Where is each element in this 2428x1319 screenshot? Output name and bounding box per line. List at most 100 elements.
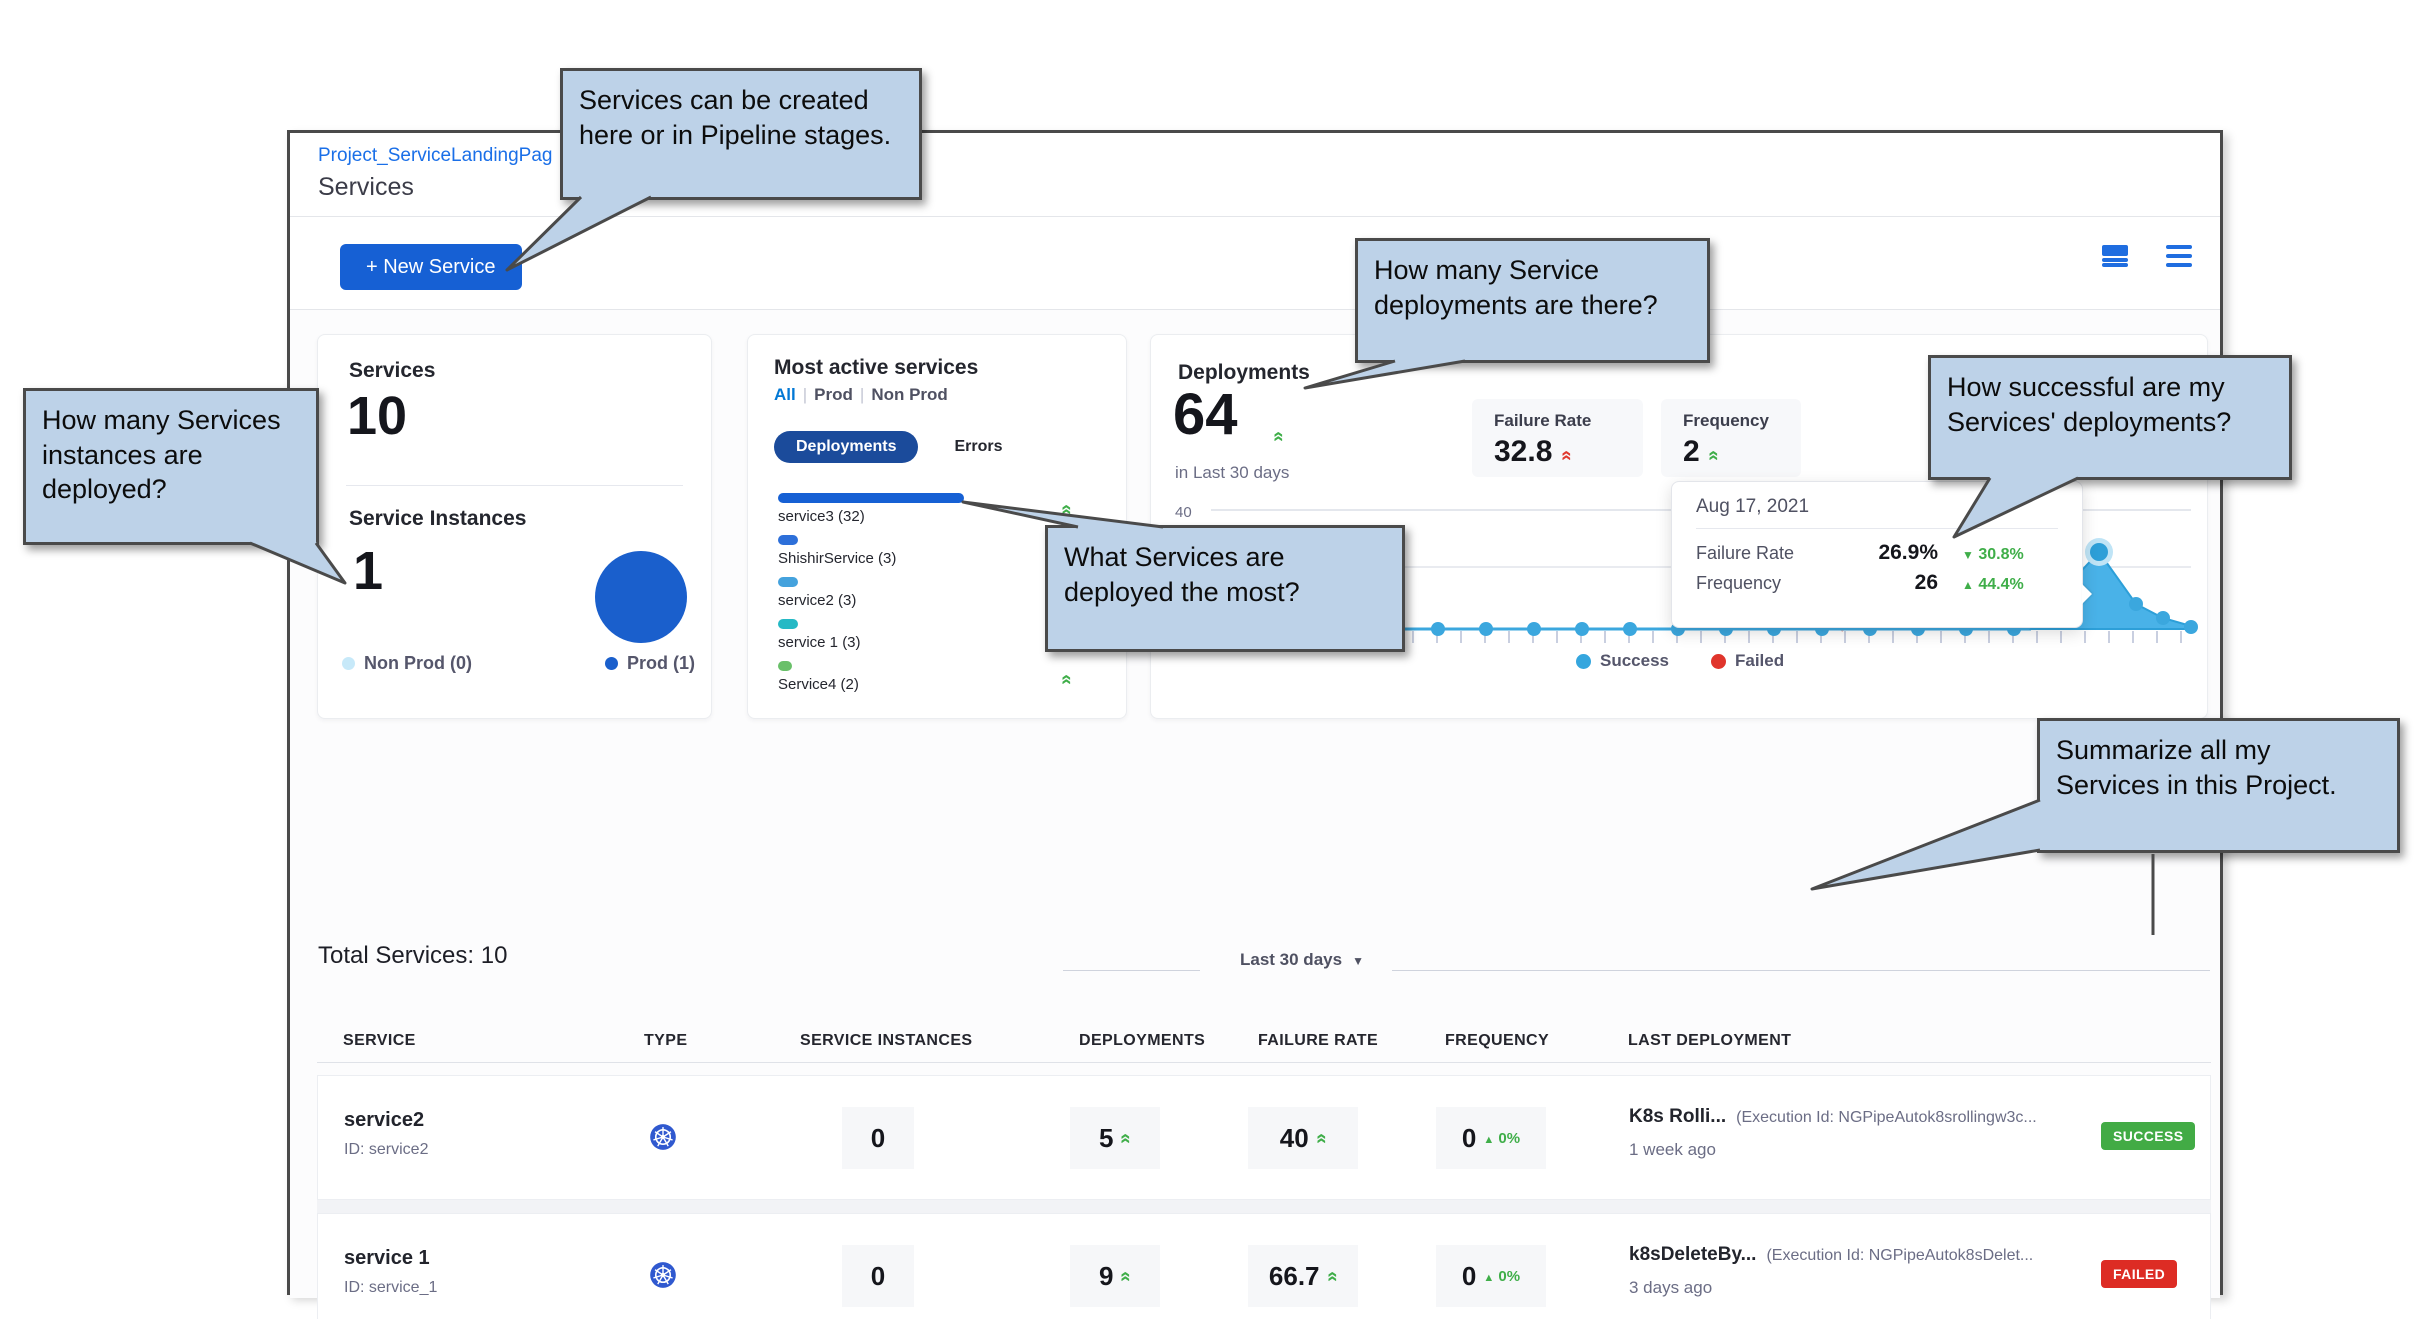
col-deployments: DEPLOYMENTS xyxy=(1079,1032,1205,1050)
legend-success-label: Success xyxy=(1600,651,1669,671)
toggle-deployments[interactable]: Deployments xyxy=(774,431,918,463)
nonprod-dot-icon xyxy=(342,657,355,670)
bar-label: service 1 (3) xyxy=(778,634,1078,651)
last-deployment-cell: K8s Rolli... (Execution Id: NGPipeAutok8s… xyxy=(1629,1106,2084,1160)
legend-prod-label: Prod (1) xyxy=(627,653,695,674)
prod-dot-icon xyxy=(605,657,618,670)
col-last-deployment: LAST DEPLOYMENT xyxy=(1628,1032,1791,1050)
trend-up-icon: « xyxy=(1557,450,1576,461)
card-divider xyxy=(346,485,683,486)
metric-toggle: Deployments Errors xyxy=(774,431,1003,463)
frequency-box: Frequency 2 « xyxy=(1661,399,1801,477)
callout-create-services: Services can be created here or in Pipel… xyxy=(560,68,922,200)
bar-service3 xyxy=(778,493,964,503)
bar-item: ShishirService (3) xyxy=(778,535,1078,567)
frequency-cell: 0▲ 0% xyxy=(1436,1245,1546,1307)
success-dot-icon xyxy=(1576,654,1591,669)
deployment-time: 3 days ago xyxy=(1629,1278,2084,1298)
kubernetes-icon xyxy=(613,1123,713,1156)
time-range-dropdown[interactable]: Last 30 days▼ xyxy=(1240,950,1364,970)
legend-failed: Failed xyxy=(1711,651,1784,671)
tooltip-failure-value: 26.9% xyxy=(1878,541,1938,565)
instances-cell: 0 xyxy=(842,1107,914,1169)
chart-tooltip: Aug 17, 2021 Failure Rate 26.9% ▼ 30.8% … xyxy=(1671,481,2083,628)
deployments-cell: 9« xyxy=(1070,1245,1160,1307)
callout-deployments: How many Service deployments are there? xyxy=(1355,238,1710,363)
list-view-icon[interactable] xyxy=(2166,245,2192,267)
bar-label: Service4 (2) xyxy=(778,676,1078,693)
callout-instances: How many Services instances are deployed… xyxy=(23,388,319,545)
frequency-value: 2 « xyxy=(1683,435,1779,469)
col-service: SERVICE xyxy=(343,1032,416,1050)
table-row-service2[interactable]: service2 ID: service2 0 5« 40« 0▲ 0% K8s… xyxy=(317,1075,2211,1200)
pipeline-name[interactable]: k8sDeleteBy... xyxy=(1629,1244,1756,1265)
trend-up-icon: « xyxy=(1269,431,1288,442)
execution-id: (Execution Id: NGPipeAutok8srollingw3c..… xyxy=(1736,1109,2037,1126)
trend-legend: Success Failed xyxy=(1576,651,1784,671)
failure-rate-box: Failure Rate 32.8 « xyxy=(1472,399,1643,477)
legend-nonprod: Non Prod (0) xyxy=(342,653,472,674)
filter-nonprod[interactable]: Non Prod xyxy=(871,385,948,404)
trend-up-icon: « xyxy=(1322,1271,1341,1282)
col-type: TYPE xyxy=(644,1032,687,1050)
range-divider xyxy=(1063,963,2210,977)
instances-pie-chart xyxy=(595,551,687,643)
header-underline xyxy=(317,1062,2211,1063)
service-instances-count: 1 xyxy=(353,540,383,602)
service-name: service2 xyxy=(344,1109,428,1132)
table-row-service-1[interactable]: service 1 ID: service_1 0 9« 66.7« 0▲ 0%… xyxy=(317,1213,2211,1319)
trend-up-icon: « xyxy=(1116,1271,1135,1282)
trend-up-icon: « xyxy=(1116,1133,1135,1144)
trend-up-icon: « xyxy=(1057,674,1076,685)
deployments-cell: 5« xyxy=(1070,1107,1160,1169)
page-title: Services xyxy=(318,173,414,202)
deployments-period: in Last 30 days xyxy=(1175,463,1289,483)
new-service-button[interactable]: + New Service xyxy=(340,244,522,290)
tooltip-frequency-row: Frequency 26 ▲ 44.4% xyxy=(1696,571,2058,595)
callout-summarize: Summarize all my Services in this Projec… xyxy=(2037,718,2400,853)
triangle-up-icon: ▲ xyxy=(1483,1134,1494,1146)
col-frequency: FREQUENCY xyxy=(1445,1032,1549,1050)
active-services-bar-chart: service3 (32) ShishirService (3) service… xyxy=(778,493,1078,703)
pipeline-name[interactable]: K8s Rolli... xyxy=(1629,1106,1726,1127)
bar-label: service2 (3) xyxy=(778,592,1078,609)
legend-prod: Prod (1) xyxy=(605,653,695,674)
callout-most-deployed: What Services are deployed the most? xyxy=(1045,525,1405,652)
tooltip-frequency-change: ▲ 44.4% xyxy=(1962,576,2058,594)
breadcrumb[interactable]: Project_ServiceLandingPag xyxy=(318,145,553,167)
bar-label: service3 (32) xyxy=(778,508,1078,525)
bar-service4 xyxy=(778,661,792,671)
app-window: Project_ServiceLandingPag Services + New… xyxy=(287,130,2223,1295)
most-active-title: Most active services xyxy=(774,356,978,380)
view-toggle-group xyxy=(2102,245,2192,267)
kubernetes-icon xyxy=(613,1261,713,1294)
card-view-icon[interactable] xyxy=(2102,245,2128,267)
toggle-errors[interactable]: Errors xyxy=(954,438,1002,456)
env-filter: All|Prod|Non Prod xyxy=(774,385,948,405)
tooltip-failure-label: Failure Rate xyxy=(1696,543,1794,564)
status-badge: FAILED xyxy=(2101,1260,2177,1288)
bar-item: service3 (32) xyxy=(778,493,1078,525)
failure-rate-label: Failure Rate xyxy=(1494,411,1621,431)
toolbar: + New Service xyxy=(290,217,2220,310)
failed-dot-icon xyxy=(1711,654,1726,669)
service-name-cell: service 1 ID: service_1 xyxy=(344,1247,437,1297)
legend-failed-label: Failed xyxy=(1735,651,1784,671)
bar-shishirservice xyxy=(778,535,798,545)
services-summary-card: Services 10 Service Instances 1 Non Prod… xyxy=(317,334,712,719)
tooltip-failure-change: ▼ 30.8% xyxy=(1962,546,2058,564)
triangle-down-icon: ▼ xyxy=(1962,548,1974,562)
bar-service1 xyxy=(778,619,798,629)
tooltip-frequency-value: 26 xyxy=(1915,571,1938,595)
filter-prod[interactable]: Prod xyxy=(814,385,853,404)
bar-item: service 1 (3) xyxy=(778,619,1078,651)
legend-nonprod-label: Non Prod (0) xyxy=(364,653,472,674)
tooltip-failure-row: Failure Rate 26.9% ▼ 30.8% xyxy=(1696,541,2058,565)
filter-all[interactable]: All xyxy=(774,385,796,404)
tooltip-frequency-label: Frequency xyxy=(1696,573,1781,594)
trend-up-icon: « xyxy=(1311,1133,1330,1144)
services-label: Services xyxy=(349,359,435,383)
last-deployment-cell: k8sDeleteBy...(Execution Id: NGPipeAutok… xyxy=(1629,1244,2084,1298)
failure-rate-cell: 66.7« xyxy=(1248,1245,1358,1307)
col-failure-rate: FAILURE RATE xyxy=(1258,1032,1378,1050)
